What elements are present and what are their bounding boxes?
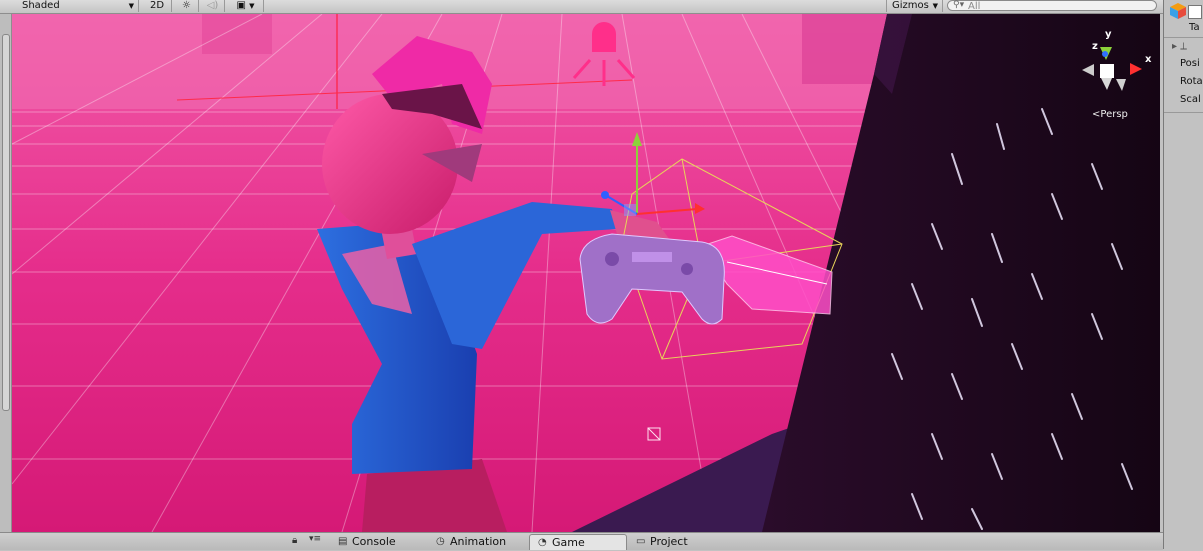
left-panel-edge xyxy=(0,14,12,532)
divider xyxy=(1164,112,1203,113)
scene-toolbar: Shaded ▼ 2D ☼ ◁) ▣ ▼ Gizmos ▼ ⚲▾ All xyxy=(0,0,1163,14)
image-icon: ▣ xyxy=(236,0,246,11)
shading-mode-dropdown[interactable]: Shaded ▼ xyxy=(0,0,139,12)
folder-icon: ▭ xyxy=(636,536,646,547)
perspective-label: Persp xyxy=(1100,109,1128,120)
perspective-toggle[interactable]: <Persp xyxy=(1092,109,1128,120)
tab-console[interactable]: ▤ Console xyxy=(330,534,425,550)
position-label: Posi xyxy=(1180,58,1200,69)
sun-icon: ☼ xyxy=(182,0,191,11)
scene-viewport[interactable]: y z x <Persp xyxy=(12,14,1160,532)
tab-project-label: Project xyxy=(650,535,688,548)
scale-label: Scal xyxy=(1180,94,1201,105)
gizmos-label: Gizmos xyxy=(892,0,929,11)
gameobject-cube-icon xyxy=(1169,2,1187,23)
tab-console-label: Console xyxy=(352,535,396,548)
distant-structure xyxy=(202,14,272,54)
inspector-panel: Ta ▸ ⟂ Posi Rota Scal xyxy=(1163,0,1203,549)
divider xyxy=(1164,37,1203,38)
scene-render xyxy=(12,14,1160,532)
tab-animation-label: Animation xyxy=(450,535,507,548)
vertical-scrollbar[interactable] xyxy=(2,34,10,411)
bottom-tab-bar: 🔒︎ ▾≡ ▤ Console ◷ Animation ◔ Game ▭ Pro… xyxy=(0,532,1163,550)
tab-game-label: Game xyxy=(552,536,585,549)
scene-search-input[interactable]: ⚲▾ All xyxy=(947,0,1157,12)
search-placeholder: All xyxy=(968,1,981,12)
dropdown-arrow-icon: ▼ xyxy=(128,2,134,10)
gizmos-dropdown[interactable]: Gizmos ▼ xyxy=(886,0,943,12)
dropdown-arrow-icon: ▼ xyxy=(249,2,255,10)
rotation-label: Rota xyxy=(1180,76,1203,87)
speaker-icon: ◁) xyxy=(206,0,219,11)
console-icon: ▤ xyxy=(338,536,348,547)
tab-animation[interactable]: ◷ Animation xyxy=(428,534,526,550)
tag-label: Ta xyxy=(1189,22,1200,33)
scene-effects-dropdown[interactable]: ▣ ▼ xyxy=(228,0,264,12)
tab-project[interactable]: ▭ Project xyxy=(628,534,728,550)
tab-game[interactable]: ◔ Game xyxy=(529,534,627,550)
dropdown-arrow-icon: ▼ xyxy=(932,2,938,10)
2d-toggle-button[interactable]: 2D xyxy=(143,0,172,12)
z-axis-label: z xyxy=(1092,41,1098,52)
transform-icon: ▸ ⟂ xyxy=(1172,41,1187,52)
y-axis-label: y xyxy=(1105,29,1112,40)
scene-audio-button[interactable]: ◁) xyxy=(201,0,225,12)
panel-menu-icon[interactable]: ▾≡ xyxy=(309,534,321,544)
scene-lighting-button[interactable]: ☼ xyxy=(175,0,199,12)
shading-mode-label: Shaded xyxy=(22,0,60,11)
active-checkbox[interactable] xyxy=(1188,5,1202,19)
lock-icon[interactable]: 🔒︎ xyxy=(292,535,297,546)
search-icon: ⚲▾ xyxy=(953,0,965,10)
x-axis-label: x xyxy=(1145,54,1152,65)
animation-clock-icon: ◷ xyxy=(436,536,445,547)
